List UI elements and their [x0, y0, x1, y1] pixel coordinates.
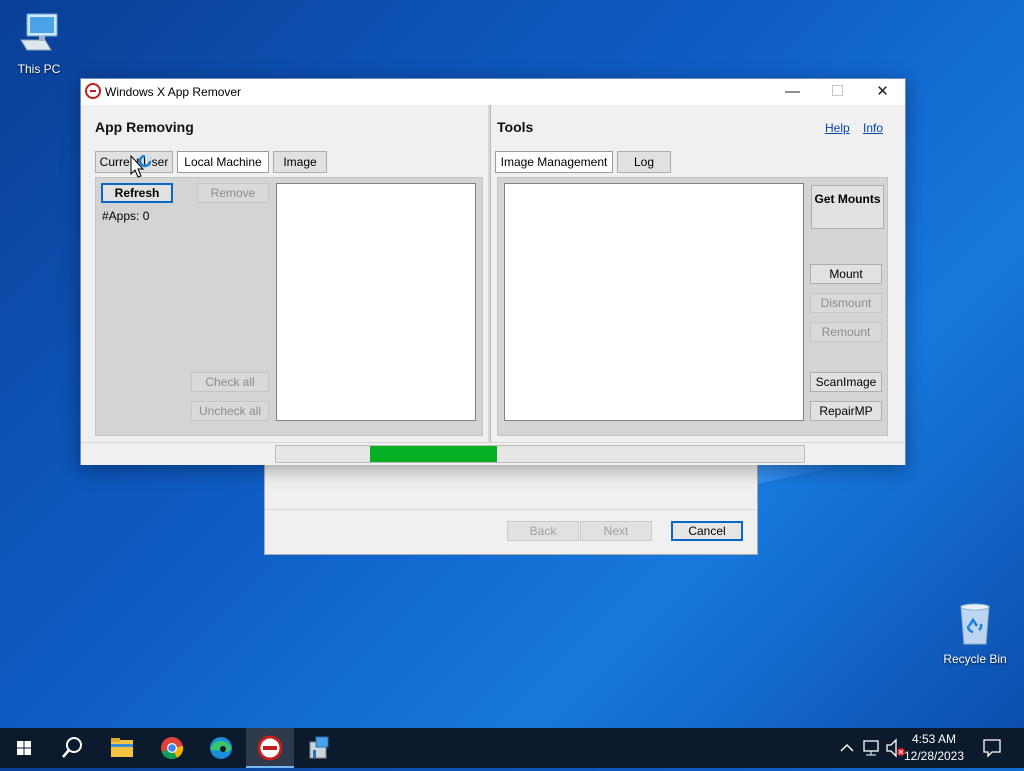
scanimage-button[interactable]: ScanImage: [810, 372, 882, 392]
tab-image[interactable]: Image: [273, 151, 327, 173]
clock-time: 4:53 AM: [911, 732, 957, 746]
maximize-button[interactable]: ☐: [815, 79, 860, 105]
computer-icon: [15, 10, 63, 58]
taskbar-file-explorer[interactable]: [98, 728, 146, 768]
start-button[interactable]: [0, 728, 48, 768]
tab-log[interactable]: Log: [617, 151, 671, 173]
desktop-icon-this-pc[interactable]: This PC: [0, 10, 78, 76]
image-management-group: Get Mounts Mount Dismount Remount ScanIm…: [497, 177, 888, 436]
tab-local-machine[interactable]: Local Machine: [177, 151, 269, 173]
app-remover-icon: [257, 735, 283, 761]
app-removing-group: Refresh Remove #Apps: 0 Check all Unchec…: [95, 177, 483, 436]
notification-icon: [983, 739, 1001, 758]
file-explorer-icon: [111, 738, 133, 757]
get-mounts-button[interactable]: Get Mounts: [811, 185, 884, 229]
taskbar-edge[interactable]: [197, 728, 245, 768]
app-remover-icon: [85, 83, 101, 99]
taskbar-chrome[interactable]: [148, 728, 196, 768]
clock-date: 12/28/2023: [903, 749, 965, 763]
edge-icon: [210, 737, 232, 759]
network-icon: [863, 740, 879, 756]
installer-icon: [309, 736, 329, 759]
panel-splitter[interactable]: [488, 105, 491, 443]
help-link[interactable]: Help: [825, 121, 850, 135]
taskbar-clock[interactable]: 4:53 AM 12/28/2023: [898, 731, 970, 765]
tab-image-management[interactable]: Image Management: [495, 151, 613, 173]
progress-bar-fill: [370, 446, 497, 462]
window-title: Windows X App Remover: [105, 85, 242, 99]
desktop-icon-label: Recycle Bin: [943, 652, 1007, 666]
dialog-separator: [265, 509, 757, 510]
taskbar-search-button[interactable]: [48, 728, 96, 768]
mount-button[interactable]: Mount: [810, 264, 882, 284]
chrome-icon: [161, 737, 184, 760]
status-bar: [81, 442, 905, 465]
show-hidden-icons-button[interactable]: [836, 728, 858, 768]
start-icon: [17, 741, 31, 755]
chevron-up-icon: [840, 743, 854, 752]
notifications-button[interactable]: [976, 728, 1008, 768]
desktop-icon-label: This PC: [17, 62, 61, 76]
repairmp-button[interactable]: RepairMP: [810, 401, 882, 421]
cancel-button[interactable]: Cancel: [671, 521, 743, 541]
app-remover-window: Windows X App Remover — ☐ ✕ App Removing…: [80, 78, 906, 465]
info-link[interactable]: Info: [863, 121, 883, 135]
title-bar[interactable]: Windows X App Remover — ☐ ✕: [81, 79, 905, 105]
remove-button[interactable]: Remove: [197, 183, 269, 203]
busy-cursor-icon: [130, 154, 152, 181]
taskbar: 4:53 AM 12/28/2023: [0, 728, 1024, 768]
refresh-button[interactable]: Refresh: [101, 183, 173, 203]
search-icon: [62, 737, 82, 758]
tools-title: Tools: [497, 119, 534, 135]
back-button[interactable]: Back: [507, 521, 579, 541]
progress-bar: [275, 445, 805, 463]
apps-list[interactable]: [276, 183, 476, 421]
desktop-icon-recycle-bin[interactable]: Recycle Bin: [936, 600, 1014, 666]
app-removing-title: App Removing: [95, 119, 194, 135]
mounts-list[interactable]: [504, 183, 804, 421]
close-button[interactable]: ✕: [860, 79, 905, 105]
check-all-button[interactable]: Check all: [191, 372, 269, 392]
taskbar-installer[interactable]: [295, 728, 343, 768]
background-setup-dialog: Back Next Cancel: [264, 463, 758, 555]
remount-button[interactable]: Remount: [810, 322, 882, 342]
apps-count-label: #Apps: 0: [102, 209, 150, 223]
dismount-button[interactable]: Dismount: [810, 293, 882, 313]
recycle-bin-icon: [951, 600, 999, 648]
network-button[interactable]: [860, 728, 884, 768]
next-button[interactable]: Next: [580, 521, 652, 541]
taskbar-app-remover[interactable]: [246, 728, 294, 768]
minimize-button[interactable]: —: [770, 79, 815, 105]
uncheck-all-button[interactable]: Uncheck all: [191, 401, 269, 421]
